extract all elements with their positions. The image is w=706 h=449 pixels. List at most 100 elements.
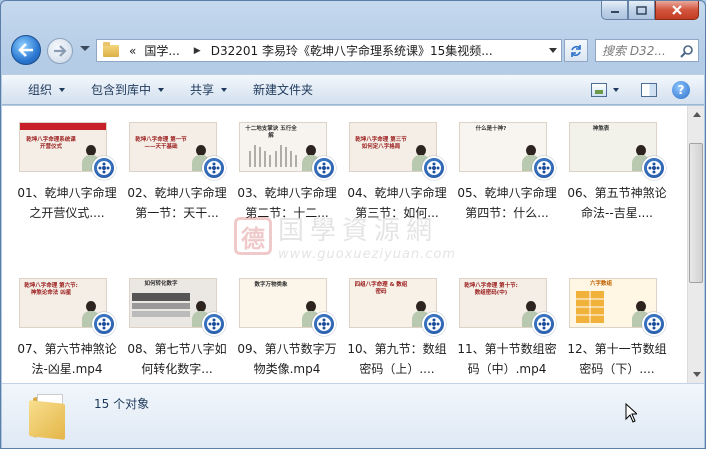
preview-pane-icon[interactable] xyxy=(641,82,657,97)
thumb-title: 乾坤八字命理 第六节:神煞论命法 凶星 xyxy=(24,283,78,296)
media-player-icon xyxy=(422,312,446,336)
thumb-band xyxy=(20,123,106,130)
file-name: 06、第五节神煞论命法--吉星.... xyxy=(567,186,667,220)
hand-diagram-icon xyxy=(249,145,297,167)
change-view-icon[interactable] xyxy=(591,82,607,97)
view-options-dropdown[interactable] xyxy=(613,87,619,92)
thumb-title: 什么是十神? xyxy=(475,126,507,132)
close-icon xyxy=(672,5,682,15)
file-item[interactable]: 乾坤八字命理系统课 开营仪式 01、乾坤八字命理之开营仪式.... xyxy=(14,120,117,240)
share-menu[interactable]: 共享 xyxy=(177,75,240,104)
media-player-icon xyxy=(642,156,666,180)
media-player-icon xyxy=(312,312,336,336)
refresh-icon xyxy=(571,44,581,57)
file-item[interactable]: 乾坤八字命理 第十节:数组密码(中) 11、第十节数组密码（中）.mp4 xyxy=(454,276,557,396)
thumb-title: 数字万物类象 xyxy=(254,282,288,288)
digit-table-icon xyxy=(132,293,190,317)
scroll-up-icon xyxy=(692,112,701,117)
search-icon[interactable] xyxy=(680,44,694,58)
thumb-title: 乾坤八字命理 第十节:数组密码(中) xyxy=(464,283,518,296)
watermark-url: www.guoxueziyuan.com xyxy=(278,247,457,262)
file-name: 04、乾坤八字命理第三节：如何... xyxy=(347,186,447,220)
share-label: 共享 xyxy=(190,83,215,97)
file-name: 01、乾坤八字命理之开营仪式.... xyxy=(17,186,117,220)
chevron-down-icon xyxy=(59,87,66,92)
new-folder-label: 新建文件夹 xyxy=(253,83,314,97)
scroll-down-button[interactable] xyxy=(688,366,705,383)
media-player-icon xyxy=(312,156,336,180)
file-name: 07、第六节神煞论法-凶星.mp4 xyxy=(17,342,117,376)
file-name: 08、第七节八字如何转化数字... xyxy=(127,342,227,376)
file-item[interactable]: 四组八字命理 & 数组密码 10、第九节：数组密码（上）.... xyxy=(344,276,447,396)
media-player-icon xyxy=(422,156,446,180)
search-input[interactable] xyxy=(602,43,680,58)
folder-icon xyxy=(103,41,119,57)
thumb-title: 神煞表 xyxy=(592,126,610,132)
file-item[interactable]: 六字数组 12、第十一节数组密码（下）.... xyxy=(564,276,667,396)
file-item[interactable]: 十二地支掌诀 五行全解 03、乾坤八字命理第二节：十二... xyxy=(234,120,337,240)
new-folder-button[interactable]: 新建文件夹 xyxy=(240,75,326,104)
media-player-icon xyxy=(532,156,556,180)
file-item[interactable]: 数字万物类象 09、第八节数字万物类像.mp4 xyxy=(234,276,337,396)
scroll-up-button[interactable] xyxy=(688,106,705,123)
include-in-library-menu[interactable]: 包含到库中 xyxy=(78,75,177,104)
file-item[interactable]: 如何转化数字 08、第七节八字如何转化数字... xyxy=(124,276,227,396)
minimize-button[interactable] xyxy=(601,1,628,20)
file-item[interactable]: 乾坤八字命理 第三节 如何定八字格局 04、乾坤八字命理第三节：如何... xyxy=(344,120,447,240)
file-name: 02、乾坤八字命理第一节：天干... xyxy=(127,186,227,220)
media-player-icon xyxy=(92,156,116,180)
help-icon[interactable]: ? xyxy=(672,80,690,99)
organize-menu[interactable]: 组织 xyxy=(2,75,78,104)
media-player-icon xyxy=(642,312,666,336)
file-item[interactable]: 神煞表 06、第五节神煞论命法--吉星.... xyxy=(564,120,667,240)
maximize-button[interactable] xyxy=(628,1,655,20)
search-box[interactable] xyxy=(595,39,699,62)
breadcrumb-segment-1[interactable]: 国学... xyxy=(144,42,179,59)
navigation-bar: « 国学... ▶ D32201 李易玲《乾坤八字命理系统课》15集视频... xyxy=(1,34,705,66)
media-player-icon xyxy=(202,312,226,336)
explorer-window: « 国学... ▶ D32201 李易玲《乾坤八字命理系统课》15集视频... xyxy=(0,0,706,449)
file-item[interactable]: 乾坤八字命理 第六节:神煞论命法 凶星 07、第六节神煞论法-凶星.mp4 xyxy=(14,276,117,396)
arrow-left-icon xyxy=(18,43,33,57)
vertical-scrollbar[interactable] xyxy=(687,106,704,383)
recent-pages-dropdown[interactable] xyxy=(80,46,90,51)
arrow-right-icon xyxy=(54,45,67,57)
file-name: 11、第十节数组密码（中）.mp4 xyxy=(457,342,557,376)
scroll-down-icon xyxy=(692,372,701,377)
breadcrumb-segment-2[interactable]: D32201 李易玲《乾坤八字命理系统课》15集视频... xyxy=(211,42,493,59)
file-item[interactable]: 什么是十神? 05、乾坤八字命理第四节：什么... xyxy=(454,120,557,240)
refresh-button[interactable] xyxy=(564,39,588,62)
thumb-title: 乾坤八字命理系统课 开营仪式 xyxy=(26,137,76,150)
file-name: 12、第十一节数组密码（下）.... xyxy=(567,342,667,376)
thumb-title: 乾坤八字命理 第一节——天干基础 xyxy=(135,137,187,150)
maximize-icon xyxy=(636,5,647,15)
include-in-library-label: 包含到库中 xyxy=(91,83,152,97)
caption-buttons xyxy=(601,1,699,20)
breadcrumb-separator-icon[interactable]: ▶ xyxy=(194,46,201,56)
folder-icon xyxy=(29,392,69,440)
details-pane: 15 个对象 xyxy=(2,383,704,448)
file-list-area[interactable]: 乾坤八字命理系统课 开营仪式 01、乾坤八字命理之开营仪式.... 乾坤八字命理… xyxy=(2,106,704,383)
organize-label: 组织 xyxy=(28,83,53,97)
thumb-title: 如何转化数字 xyxy=(144,281,178,287)
back-button[interactable] xyxy=(11,35,41,65)
thumb-title: 六字数组 xyxy=(589,281,612,287)
media-player-icon xyxy=(532,312,556,336)
forward-button[interactable] xyxy=(47,38,73,64)
address-dropdown-icon[interactable] xyxy=(549,48,557,53)
close-button[interactable] xyxy=(655,1,699,20)
item-count: 15 个对象 xyxy=(94,397,150,411)
thumb-title: 四组八字命理 & 数组密码 xyxy=(354,282,408,295)
breadcrumb-overflow[interactable]: « xyxy=(129,44,136,58)
chevron-down-icon xyxy=(158,87,165,92)
scrollbar-thumb[interactable] xyxy=(689,143,703,283)
file-name: 09、第八节数字万物类像.mp4 xyxy=(237,342,337,376)
file-item[interactable]: 乾坤八字命理 第一节——天干基础 02、乾坤八字命理第一节：天干... xyxy=(124,120,227,240)
address-bar[interactable]: « 国学... ▶ D32201 李易玲《乾坤八字命理系统课》15集视频... xyxy=(96,39,562,62)
thumb-title: 十二地支掌诀 五行全解 xyxy=(245,126,297,139)
number-grid-icon xyxy=(576,291,604,323)
media-player-icon xyxy=(92,312,116,336)
thumb-title: 乾坤八字命理 第三节 如何定八字格局 xyxy=(355,137,407,150)
file-name: 05、乾坤八字命理第四节：什么... xyxy=(457,186,557,220)
minimize-icon xyxy=(610,11,619,13)
